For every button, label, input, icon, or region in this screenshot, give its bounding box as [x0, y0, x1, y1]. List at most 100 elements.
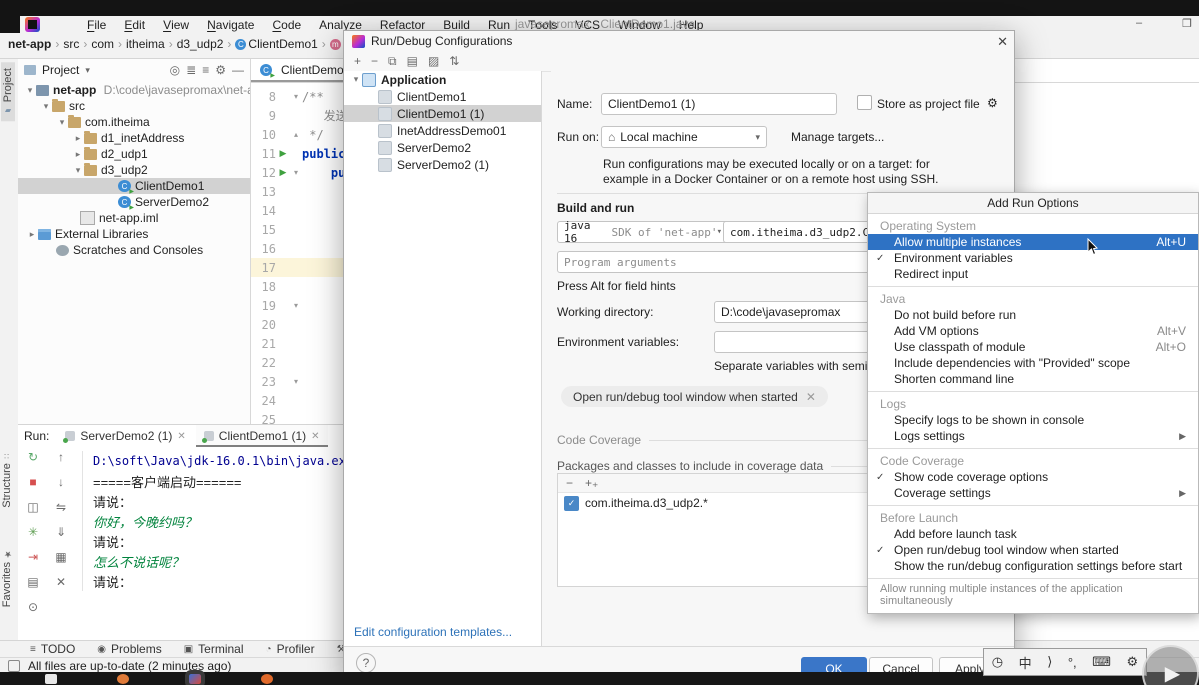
project-tree-item[interactable]: ▾ src [18, 98, 250, 114]
edit-templates-link[interactable]: Edit configuration templates... [354, 625, 512, 639]
menubar-item-file[interactable]: File [78, 16, 115, 33]
ime-settings-icon[interactable]: ⚙ [1127, 654, 1139, 670]
project-tree-item[interactable]: CServerDemo2 [18, 194, 250, 210]
project-tree-item[interactable]: ▸ d1_inetAddress [18, 130, 250, 146]
run-on-select[interactable]: ⌂ Local machine ▾ [601, 126, 767, 148]
chevron-down-icon[interactable]: ▾ [40, 101, 52, 112]
taskbar-app-icon-active[interactable] [185, 670, 205, 685]
fold-icon[interactable]: ▾ [290, 301, 302, 310]
tool-window-button-terminal[interactable]: ▣ Terminal [184, 642, 244, 656]
menu-item[interactable]: Add VM options Alt+V [868, 323, 1198, 339]
menu-item[interactable]: Use classpath of module Alt+O [868, 339, 1198, 355]
soft-wrap-icon[interactable]: ⇋ [53, 499, 69, 515]
breadcrumb-item-d3_udp2[interactable]: d3_udp2 [177, 37, 224, 51]
breadcrumb-item-src[interactable]: src [63, 37, 79, 51]
windows-start-icon[interactable] [45, 674, 57, 684]
copy-config-icon[interactable]: ⧉ [388, 54, 397, 69]
menu-item[interactable]: Coverage settings ▶ [868, 485, 1198, 501]
maximize-button[interactable]: ❐ [1180, 16, 1194, 30]
fold-icon[interactable]: ▾ [290, 168, 302, 177]
menu-item[interactable]: Logs settings ▶ [868, 428, 1198, 444]
taskbar-app-icon[interactable] [117, 674, 129, 684]
breadcrumb-item-itheima[interactable]: itheima [126, 37, 165, 51]
close-icon[interactable]: ✕ [177, 431, 185, 442]
tool-window-button-project[interactable]: ▰ Project [1, 62, 15, 122]
menu-item[interactable]: Show the run/debug configuration setting… [868, 558, 1198, 574]
print-icon[interactable]: ▦ [53, 549, 69, 565]
chevron-down-icon[interactable]: ▾ [24, 85, 36, 96]
hide-panel-icon[interactable]: — [232, 63, 244, 77]
close-icon[interactable]: ✕ [806, 390, 816, 404]
menubar-item-code[interactable]: Code [263, 16, 310, 33]
menubar-item-view[interactable]: View [154, 16, 198, 33]
project-tree-item[interactable]: ▾ net-app D:\code\javasepromax\net-app [18, 82, 250, 98]
collapse-all-icon[interactable]: ≡ [202, 63, 209, 77]
tool-window-button-profiler[interactable]: ◔ Profiler [266, 642, 315, 656]
close-icon[interactable]: ✕ [997, 34, 1008, 50]
run-tab-serverdemo2[interactable]: ServerDemo2 (1) ✕ [57, 425, 193, 447]
project-tree-item[interactable]: ▸ d2_udp1 [18, 146, 250, 162]
name-input[interactable]: ClientDemo1 (1) [601, 93, 837, 115]
fold-icon[interactable]: ▾ [290, 92, 302, 101]
breadcrumb-item-ClientDemo1[interactable]: C ClientDemo1 [235, 37, 318, 51]
menu-item[interactable]: Include dependencies with "Provided" sco… [868, 355, 1198, 371]
chevron-down-icon[interactable]: ▾ [85, 65, 90, 76]
chevron-down-icon[interactable]: ▾ [72, 165, 84, 176]
chevron-down-icon[interactable]: ▾ [56, 117, 68, 128]
run-tab-clientdemo1[interactable]: ClientDemo1 (1) ✕ [195, 425, 328, 447]
project-tree-item[interactable]: CClientDemo1 [18, 178, 250, 194]
menu-item[interactable]: Allow multiple instances Alt+U [868, 234, 1198, 250]
chevron-right-icon[interactable]: ▸ [72, 149, 84, 160]
console-output[interactable]: D:\soft\Java\jdk-16.0.1\bin\java.exe - ==… [82, 451, 368, 591]
up-stack-icon[interactable]: ↑ [53, 449, 69, 465]
tool-window-button-problems[interactable]: ◉ Problems [97, 642, 161, 656]
menubar-item-navigate[interactable]: Navigate [198, 16, 263, 33]
project-tree-item[interactable]: ▸ External Libraries [18, 226, 250, 242]
menu-item[interactable]: ✓ Environment variables [868, 250, 1198, 266]
manage-targets-link[interactable]: Manage targets... [791, 130, 884, 144]
coverage-settings-icon[interactable]: ✳ [25, 524, 41, 540]
save-config-icon[interactable]: ▤ [407, 54, 418, 68]
config-tree-item[interactable]: ServerDemo2 (1) [344, 156, 541, 173]
package-checkbox[interactable]: ✓ [564, 495, 579, 511]
fold-icon[interactable]: ▴ [290, 130, 302, 139]
tool-window-button-todo[interactable]: ≡ TODO [30, 642, 75, 656]
breadcrumb-item-net-app[interactable]: net-app [8, 37, 51, 51]
breadcrumb-item-com[interactable]: com [91, 37, 114, 51]
tool-window-button-favorites[interactable]: Favorites ★ [1, 548, 13, 607]
menu-item[interactable]: Add before launch task [868, 526, 1198, 542]
project-tree-item[interactable]: ▾ d3_udp2 [18, 162, 250, 178]
config-tree-root[interactable]: ▾ Application [344, 71, 541, 88]
locate-file-icon[interactable]: ◎ [170, 63, 180, 77]
menu-item[interactable]: ✓ Show code coverage options [868, 469, 1198, 485]
ime-clock-icon[interactable]: ◷ [992, 654, 1003, 670]
remove-package-icon[interactable]: − [566, 476, 573, 490]
menu-item[interactable]: ✓ Open run/debug tool window when started [868, 542, 1198, 558]
project-tree-item[interactable]: ▾ com.itheima [18, 114, 250, 130]
remove-config-icon[interactable]: − [371, 54, 378, 68]
config-tree-item[interactable]: ServerDemo2 [344, 139, 541, 156]
layout-icon[interactable]: ▤ [25, 574, 41, 590]
rerun-icon[interactable]: ↻ [25, 449, 41, 465]
tool-window-button-structure[interactable]: Structure ∷ [1, 454, 13, 508]
ime-punctuation-icon[interactable]: °, [1068, 655, 1077, 670]
menu-item[interactable]: Do not build before run [868, 307, 1198, 323]
chevron-right-icon[interactable]: ▸ [26, 229, 38, 240]
add-package-icon[interactable]: +₊ [585, 476, 598, 490]
project-tree-item[interactable]: Scratches and Consoles [18, 242, 250, 258]
close-icon[interactable]: ✕ [311, 431, 319, 442]
config-tree-item[interactable]: ClientDemo1 [344, 88, 541, 105]
run-line-icon[interactable]: ▶ [276, 167, 290, 178]
stop-icon[interactable]: ■ [25, 474, 41, 490]
fold-icon[interactable]: ▾ [290, 377, 302, 386]
settings-gear-icon[interactable]: ⚙ [987, 96, 998, 110]
project-tree-item[interactable]: net-app.iml [18, 210, 250, 226]
clear-console-icon[interactable]: ✕ [53, 574, 69, 590]
scroll-to-end-icon[interactable]: ⇓ [53, 524, 69, 540]
store-project-file-checkbox[interactable] [857, 95, 872, 110]
detach-icon[interactable]: ⇥ [25, 549, 41, 565]
add-config-icon[interactable]: + [354, 54, 361, 68]
run-option-tag[interactable]: Open run/debug tool window when started ✕ [561, 386, 828, 407]
config-tree-item[interactable]: InetAddressDemo01 [344, 122, 541, 139]
thread-dump-icon[interactable]: ◫ [25, 499, 41, 515]
